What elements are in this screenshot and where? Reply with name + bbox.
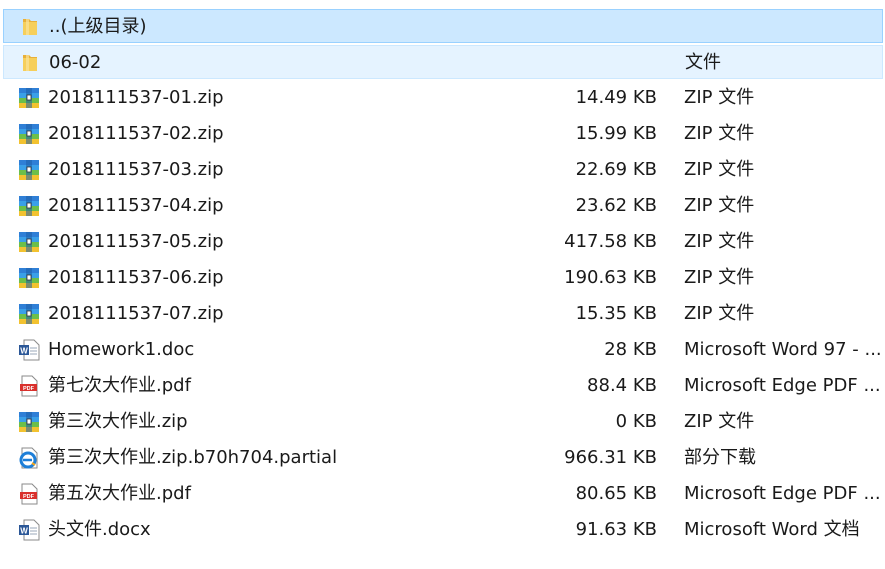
zip-archive-icon (18, 303, 40, 325)
file-size: 88.4 KB (587, 375, 657, 396)
file-row[interactable]: 2018111537-01.zip 14.49 KB ZIP 文件 (3, 81, 883, 115)
file-name: 2018111537-03.zip (48, 159, 224, 180)
svg-text:W: W (20, 527, 28, 536)
file-type: Microsoft Word 文档 (684, 519, 860, 540)
file-size: 0 KB (615, 411, 657, 432)
svg-text:PDF: PDF (23, 386, 35, 392)
file-type: ZIP 文件 (684, 411, 755, 432)
file-size: 14.49 KB (575, 87, 657, 108)
folder-icon (19, 52, 41, 74)
file-type: ZIP 文件 (684, 159, 755, 180)
file-type: Microsoft Word 97 - ... (684, 339, 882, 360)
file-type: 部分下载 (684, 447, 756, 468)
file-row[interactable]: 2018111537-03.zip 22.69 KB ZIP 文件 (3, 153, 883, 187)
file-size: 15.99 KB (575, 123, 657, 144)
zip-archive-icon (18, 231, 40, 253)
edge-partial-download-icon (18, 447, 40, 469)
file-type: Microsoft Edge PDF ... (684, 375, 881, 396)
file-name: 2018111537-07.zip (48, 303, 224, 324)
word-doc-icon: W (18, 339, 40, 361)
file-name: 2018111537-02.zip (48, 123, 224, 144)
file-type: ZIP 文件 (684, 231, 755, 252)
folder-icon (19, 16, 41, 38)
file-type: ZIP 文件 (684, 123, 755, 144)
file-row[interactable]: W 头文件.docx 91.63 KB Microsoft Word 文档 (3, 513, 883, 547)
pdf-icon: PDF (18, 483, 40, 505)
zip-archive-icon (18, 267, 40, 289)
svg-text:PDF: PDF (23, 494, 35, 500)
file-name: 2018111537-04.zip (48, 195, 224, 216)
file-name: 2018111537-06.zip (48, 267, 224, 288)
file-type: ZIP 文件 (684, 267, 755, 288)
file-name: 头文件.docx (48, 519, 151, 540)
file-row[interactable]: PDF 第七次大作业.pdf 88.4 KB Microsoft Edge PD… (3, 369, 883, 403)
file-name: 第三次大作业.zip.b70h704.partial (48, 447, 338, 468)
zip-archive-icon (18, 195, 40, 217)
svg-text:W: W (20, 347, 28, 356)
file-name: 第七次大作业.pdf (48, 375, 191, 396)
file-type: ZIP 文件 (684, 303, 755, 324)
file-size: 28 KB (604, 339, 657, 360)
file-size: 22.69 KB (575, 159, 657, 180)
pdf-icon: PDF (18, 375, 40, 397)
file-row[interactable]: 第三次大作业.zip.b70h704.partial 966.31 KB 部分下… (3, 441, 883, 475)
file-size: 23.62 KB (575, 195, 657, 216)
file-row[interactable]: PDF 第五次大作业.pdf 80.65 KB Microsoft Edge P… (3, 477, 883, 511)
file-row[interactable]: 2018111537-02.zip 15.99 KB ZIP 文件 (3, 117, 883, 151)
file-row-folder[interactable]: 06-02 文件 (3, 45, 883, 79)
file-row[interactable]: 第三次大作业.zip 0 KB ZIP 文件 (3, 405, 883, 439)
file-row[interactable]: 2018111537-07.zip 15.35 KB ZIP 文件 (3, 297, 883, 331)
file-size: 417.58 KB (564, 231, 657, 252)
file-row[interactable]: 2018111537-05.zip 417.58 KB ZIP 文件 (3, 225, 883, 259)
file-row[interactable]: W Homework1.doc 28 KB Microsoft Word 97 … (3, 333, 883, 367)
file-size: 91.63 KB (575, 519, 657, 540)
file-name: 第三次大作业.zip (48, 411, 188, 432)
file-size: 80.65 KB (575, 483, 657, 504)
file-name: ..(上级目录) (49, 16, 147, 37)
file-name: 2018111537-01.zip (48, 87, 224, 108)
file-type: ZIP 文件 (684, 87, 755, 108)
zip-archive-icon (18, 87, 40, 109)
file-name: 第五次大作业.pdf (48, 483, 191, 504)
file-row[interactable]: 2018111537-06.zip 190.63 KB ZIP 文件 (3, 261, 883, 295)
zip-archive-icon (18, 159, 40, 181)
file-type: 文件 (685, 52, 721, 73)
file-name: Homework1.doc (48, 339, 195, 360)
file-size: 966.31 KB (564, 447, 657, 468)
zip-archive-icon (18, 123, 40, 145)
file-type: ZIP 文件 (684, 195, 755, 216)
file-size: 15.35 KB (575, 303, 657, 324)
file-size: 190.63 KB (564, 267, 657, 288)
file-name: 2018111537-05.zip (48, 231, 224, 252)
file-row-parent-directory[interactable]: ..(上级目录) (3, 9, 883, 43)
zip-archive-icon (18, 411, 40, 433)
file-name: 06-02 (49, 52, 102, 73)
file-row[interactable]: 2018111537-04.zip 23.62 KB ZIP 文件 (3, 189, 883, 223)
word-doc-icon: W (18, 519, 40, 541)
file-type: Microsoft Edge PDF ... (684, 483, 881, 504)
